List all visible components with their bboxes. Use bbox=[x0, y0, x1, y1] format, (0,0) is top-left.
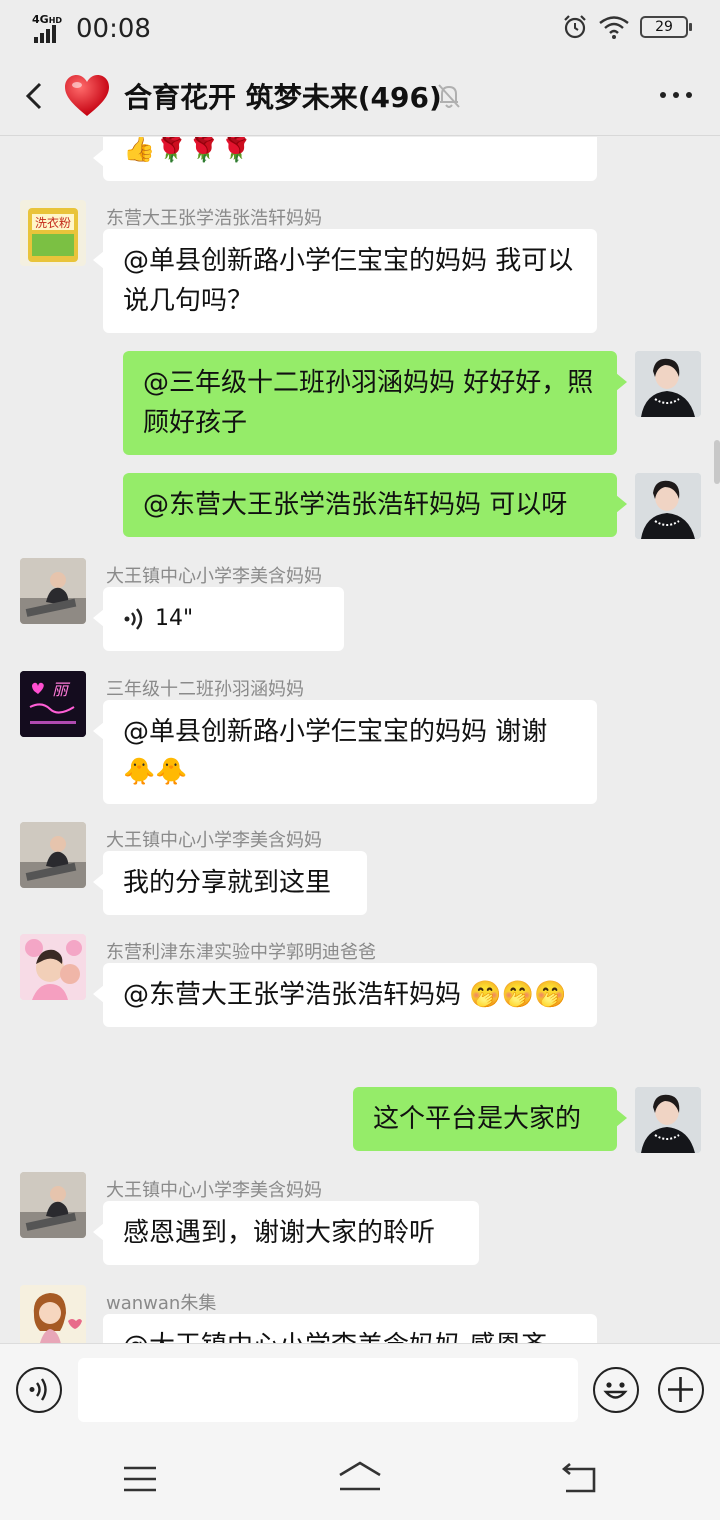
avatar[interactable] bbox=[635, 1087, 701, 1153]
voice-input-button[interactable] bbox=[16, 1367, 62, 1413]
avatar[interactable] bbox=[20, 558, 86, 624]
message-text: 这个平台是大家的 bbox=[373, 1104, 582, 1134]
message-input[interactable] bbox=[78, 1358, 578, 1422]
voice-icon bbox=[124, 608, 143, 630]
emoji-group: 🐥🐥 bbox=[123, 757, 188, 787]
menu-icon[interactable] bbox=[122, 1464, 158, 1494]
home-icon[interactable] bbox=[336, 1459, 384, 1495]
group-title: 合育花开 筑梦未来(496) bbox=[124, 81, 442, 114]
chat-header: 合育花开 筑梦未来(496) bbox=[0, 56, 720, 136]
emoji-group: 🤭🤭🤭 bbox=[469, 980, 567, 1010]
sender-name: 东营大王张学浩张浩轩妈妈 bbox=[106, 208, 322, 229]
voice-icon bbox=[29, 1378, 47, 1401]
heart-icon bbox=[65, 75, 109, 116]
avatar[interactable]: 洗衣粉 bbox=[20, 200, 86, 266]
sender-name: 三年级十二班孙羽涵妈妈 bbox=[106, 679, 304, 700]
message-bubble[interactable]: 👍🌹🌹🌹 bbox=[93, 137, 597, 181]
message-text: 我的分享就到这里 bbox=[123, 868, 332, 898]
message-bubble[interactable]: 这个平台是大家的 bbox=[353, 1087, 627, 1151]
smiley-icon bbox=[603, 1382, 628, 1399]
emoji-group: 👍🌹🌹🌹 bbox=[123, 137, 253, 164]
message-bubble[interactable]: 我的分享就到这里 bbox=[93, 851, 367, 915]
scrollbar[interactable] bbox=[714, 440, 720, 484]
emoji-button[interactable] bbox=[593, 1367, 639, 1413]
voice-duration: 14" bbox=[155, 606, 194, 631]
input-bar bbox=[0, 1343, 720, 1437]
avatar[interactable] bbox=[20, 1172, 86, 1238]
message-bubble[interactable]: 感恩遇到，谢谢大家的聆听 bbox=[93, 1201, 479, 1265]
status-left: 4GHD 00:08 bbox=[32, 13, 151, 44]
sender-name: 大王镇中心小学李美含妈妈 bbox=[106, 1180, 322, 1201]
signal-icon: 4GHD bbox=[32, 13, 66, 43]
message-bubble[interactable]: @大王镇中心小学李美含妈妈 感恩齐 bbox=[103, 1314, 597, 1343]
sender-name: 大王镇中心小学李美含妈妈 bbox=[106, 830, 322, 851]
system-nav-bar bbox=[0, 1437, 720, 1520]
avatar[interactable] bbox=[20, 934, 86, 1000]
sender-name: wanwan朱集 bbox=[106, 1293, 217, 1314]
sender-name: 大王镇中心小学李美含妈妈 bbox=[106, 566, 322, 587]
status-bar: 4GHD 00:08 29 bbox=[0, 0, 720, 56]
message-bubble[interactable]: @东营大王张学浩张浩轩妈妈 可以呀 bbox=[123, 473, 627, 537]
svg-text:洗衣粉: 洗衣粉 bbox=[35, 215, 71, 230]
message-text: @东营大王张学浩张浩轩妈妈 可以呀 bbox=[143, 490, 568, 520]
plus-button[interactable] bbox=[658, 1367, 704, 1413]
voice-message-bubble[interactable]: 14" bbox=[93, 587, 344, 651]
clock: 00:08 bbox=[76, 14, 151, 44]
chat-message-list[interactable]: 👍🌹🌹🌹 洗衣粉 东营大王张学浩张浩轩妈妈 @单县创新路小学仨宝宝的妈妈 我可以… bbox=[0, 137, 720, 1343]
avatar[interactable] bbox=[635, 473, 701, 539]
status-right: 29 bbox=[562, 14, 692, 40]
message-text: @单县创新路小学仨宝宝的妈妈 谢谢 bbox=[123, 717, 548, 747]
battery-indicator: 29 bbox=[640, 16, 692, 38]
message-text: @东营大王张学浩张浩轩妈妈 bbox=[123, 980, 470, 1010]
chevron-left-icon[interactable] bbox=[18, 78, 54, 114]
message-bubble[interactable]: @三年级十二班孙羽涵妈妈 好好好，照顾好孩子 bbox=[123, 351, 627, 455]
message-bubble[interactable]: @单县创新路小学仨宝宝的妈妈 谢谢 🐥🐥 bbox=[93, 700, 597, 804]
bell-off-icon bbox=[438, 84, 460, 108]
avatar[interactable]: 丽 bbox=[20, 671, 86, 737]
message-text: @单县创新路小学仨宝宝的妈妈 我可以说几句吗？ bbox=[123, 246, 574, 316]
message-text: 感恩遇到，谢谢大家的聆听 bbox=[123, 1218, 436, 1248]
avatar[interactable] bbox=[635, 351, 701, 417]
alarm-icon bbox=[564, 15, 586, 39]
message-bubble[interactable]: @单县创新路小学仨宝宝的妈妈 我可以说几句吗？ bbox=[93, 229, 597, 333]
wifi-icon bbox=[599, 16, 629, 39]
more-dots-icon[interactable] bbox=[660, 92, 692, 98]
message-bubble[interactable]: @东营大王张学浩张浩轩妈妈 🤭🤭🤭 bbox=[93, 963, 597, 1027]
message-text: @三年级十二班孙羽涵妈妈 好好好，照顾好孩子 bbox=[143, 368, 594, 438]
return-icon[interactable] bbox=[560, 1463, 598, 1495]
message-text: @大王镇中心小学李美含妈妈 感恩齐 bbox=[123, 1331, 547, 1343]
avatar[interactable] bbox=[20, 1285, 86, 1343]
sender-name: 东营利津东津实验中学郭明迪爸爸 bbox=[106, 942, 376, 963]
plus-icon bbox=[668, 1377, 693, 1402]
avatar[interactable] bbox=[20, 822, 86, 888]
